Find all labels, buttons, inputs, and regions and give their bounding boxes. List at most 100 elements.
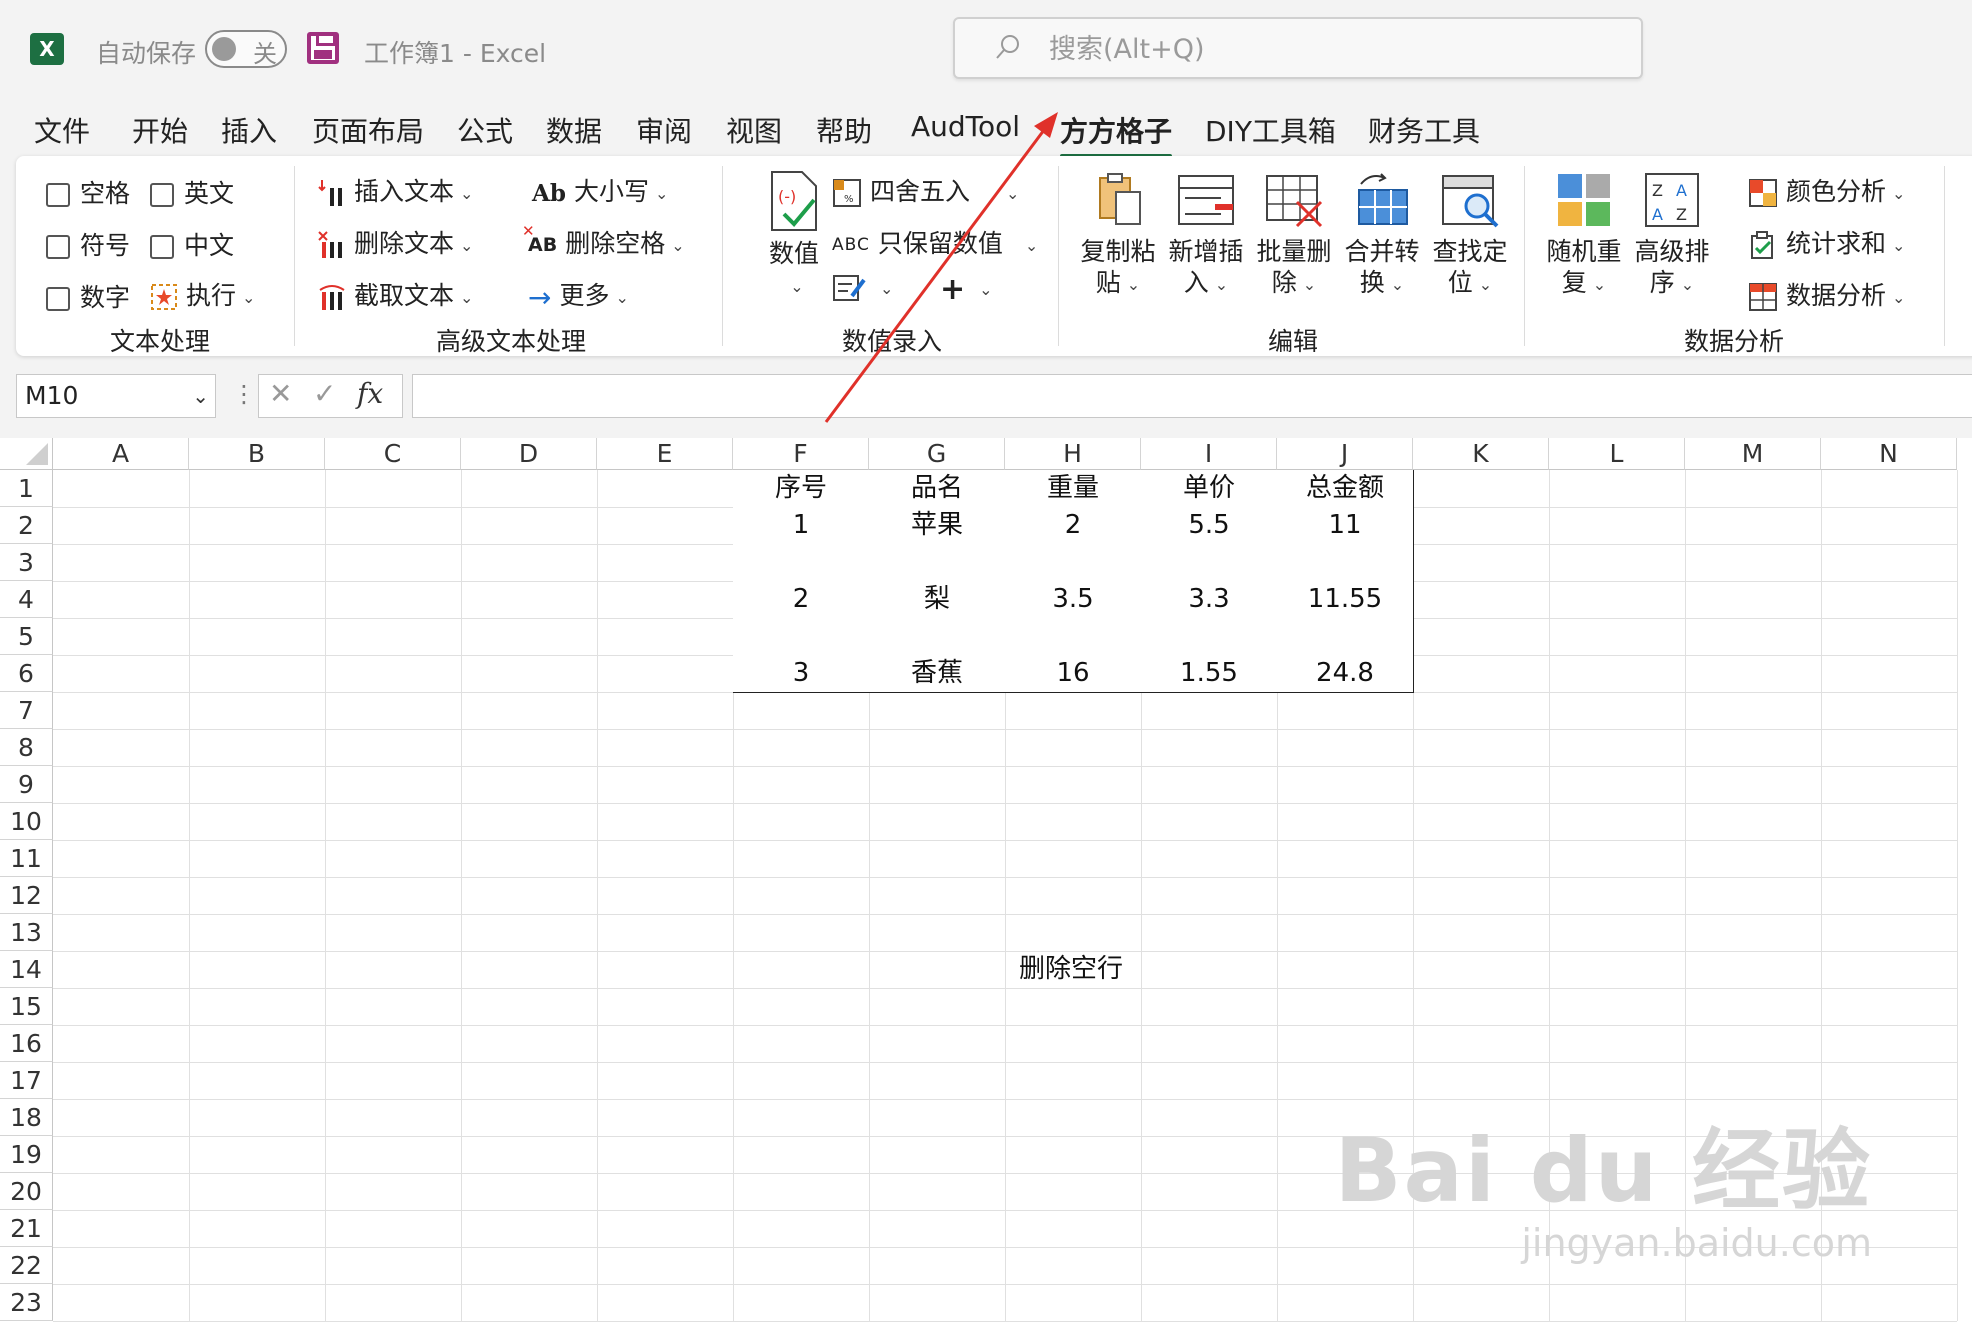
table-cell[interactable]: 苹果 (869, 507, 1006, 545)
table-cell[interactable]: 2 (733, 581, 870, 619)
select-all-corner[interactable] (0, 438, 53, 470)
table-cell[interactable]: 24.8 (1277, 655, 1414, 693)
add-insert-button[interactable]: 新增插 入 ⌄ (1164, 170, 1248, 300)
random-repeat-button[interactable]: 随机重 复 ⌄ (1542, 170, 1626, 300)
row-header-22[interactable]: 22 (0, 1247, 53, 1284)
color-analysis-button[interactable]: 颜色分析 ⌄ (1748, 172, 1905, 208)
row-header-6[interactable]: 6 (0, 655, 53, 692)
row-header-1[interactable]: 1 (0, 470, 53, 507)
checkbox-chinese[interactable]: 中文 (150, 226, 234, 262)
tab-diy-toolbox[interactable]: DIY工具箱 (1205, 110, 1336, 150)
table-cell[interactable]: 香蕉 (869, 655, 1006, 693)
formula-input[interactable] (412, 374, 1972, 418)
column-header-m[interactable]: M (1685, 438, 1821, 470)
column-header-k[interactable]: K (1413, 438, 1549, 470)
tab-page-layout[interactable]: 页面布局 (312, 110, 424, 150)
table-cell[interactable] (1277, 544, 1414, 582)
data-analysis-button[interactable]: 数据分析 ⌄ (1748, 276, 1905, 312)
copy-paste-button[interactable]: 复制粘 贴 ⌄ (1076, 170, 1160, 300)
checkbox-space[interactable]: 空格 (46, 174, 130, 210)
row-header-17[interactable]: 17 (0, 1062, 53, 1099)
tab-help[interactable]: 帮助 (816, 110, 872, 150)
row-header-7[interactable]: 7 (0, 692, 53, 729)
tab-formulas[interactable]: 公式 (457, 110, 513, 150)
column-header-c[interactable]: C (325, 438, 461, 470)
table-cell[interactable]: 梨 (869, 581, 1006, 619)
table-header-cell[interactable]: 品名 (869, 470, 1006, 508)
table-cell[interactable]: 11.55 (1277, 581, 1414, 619)
tab-file[interactable]: 文件 (34, 110, 90, 150)
row-header-15[interactable]: 15 (0, 988, 53, 1025)
row-header-4[interactable]: 4 (0, 581, 53, 618)
table-cell[interactable] (1005, 618, 1142, 656)
checkbox-symbol[interactable]: 符号 (46, 226, 130, 262)
advanced-sort-button[interactable]: ZAAZ 高级排 序 ⌄ (1630, 170, 1714, 300)
row-header-21[interactable]: 21 (0, 1210, 53, 1247)
column-header-f[interactable]: F (733, 438, 869, 470)
confirm-icon[interactable]: ✓ (313, 377, 336, 410)
autosave-toggle[interactable]: 关 (205, 30, 287, 68)
table-cell[interactable]: 1 (733, 507, 870, 545)
cancel-icon[interactable]: ✕ (269, 377, 292, 410)
edit-cell-button[interactable]: ⌄ (832, 272, 893, 304)
insert-text-button[interactable]: 插入文本 ⌄ (318, 172, 473, 208)
row-header-13[interactable]: 13 (0, 914, 53, 951)
tab-view[interactable]: 视图 (726, 110, 782, 150)
more-button[interactable]: → 更多 ⌄ (528, 276, 629, 314)
column-header-h[interactable]: H (1005, 438, 1141, 470)
row-header-5[interactable]: 5 (0, 618, 53, 655)
merge-convert-button[interactable]: 合并转 换 ⌄ (1340, 170, 1424, 300)
row-header-12[interactable]: 12 (0, 877, 53, 914)
table-cell[interactable] (1005, 544, 1142, 582)
column-header-n[interactable]: N (1821, 438, 1957, 470)
row-header-8[interactable]: 8 (0, 729, 53, 766)
column-header-i[interactable]: I (1141, 438, 1277, 470)
batch-delete-button[interactable]: 批量删 除 ⌄ (1252, 170, 1336, 300)
column-header-j[interactable]: J (1277, 438, 1413, 470)
find-locate-button[interactable]: 查找定 位 ⌄ (1428, 170, 1512, 300)
checkbox-number[interactable]: 数字 (46, 278, 130, 314)
row-header-10[interactable]: 10 (0, 803, 53, 840)
tab-insert[interactable]: 插入 (221, 110, 277, 150)
delete-space-button[interactable]: ✕ AB 删除空格 ⌄ (522, 222, 685, 260)
table-cell[interactable]: 11 (1277, 507, 1414, 545)
table-header-cell[interactable]: 序号 (733, 470, 870, 508)
table-cell[interactable] (869, 618, 1006, 656)
column-header-b[interactable]: B (189, 438, 325, 470)
table-cell[interactable] (733, 544, 870, 582)
table-cell[interactable]: 3 (733, 655, 870, 693)
chevron-down-icon[interactable]: ⌄ (192, 375, 209, 417)
row-header-14[interactable]: 14 (0, 951, 53, 988)
save-icon[interactable] (307, 32, 339, 64)
drag-handle-icon[interactable]: ⋮ (232, 380, 256, 408)
row-header-3[interactable]: 3 (0, 544, 53, 581)
extract-text-button[interactable]: 截取文本 ⌄ (318, 276, 473, 312)
table-header-cell[interactable]: 总金额 (1277, 470, 1414, 508)
case-button[interactable]: Ab 大小写 ⌄ (532, 172, 668, 208)
table-cell[interactable] (869, 544, 1006, 582)
table-cell[interactable]: 2 (1005, 507, 1142, 545)
table-cell[interactable]: 16 (1005, 655, 1142, 693)
column-header-l[interactable]: L (1549, 438, 1685, 470)
numeric-button[interactable]: (-) 数值 ⌄ (752, 170, 836, 302)
keep-numeric-button[interactable]: ABC 只保留数值 ⌄ (832, 224, 1038, 260)
row-header-18[interactable]: 18 (0, 1099, 53, 1136)
column-header-d[interactable]: D (461, 438, 597, 470)
execute-button[interactable]: 执行 ⌄ (150, 276, 255, 312)
column-header-g[interactable]: G (869, 438, 1005, 470)
name-box[interactable]: M10 ⌄ (16, 374, 216, 418)
table-cell[interactable]: 5.5 (1141, 507, 1278, 545)
tab-data[interactable]: 数据 (546, 110, 602, 150)
tab-audtool[interactable]: AudTool (911, 110, 1020, 143)
tab-review[interactable]: 审阅 (636, 110, 692, 150)
table-cell[interactable]: 3.5 (1005, 581, 1142, 619)
search-box[interactable] (953, 17, 1643, 79)
delete-text-button[interactable]: 删除文本 ⌄ (318, 224, 473, 260)
row-header-20[interactable]: 20 (0, 1173, 53, 1210)
column-header-a[interactable]: A (53, 438, 189, 470)
table-header-cell[interactable]: 重量 (1005, 470, 1142, 508)
row-header-19[interactable]: 19 (0, 1136, 53, 1173)
round-button[interactable]: % 四舍五入 ⌄ (832, 172, 1019, 208)
row-header-16[interactable]: 16 (0, 1025, 53, 1062)
stat-sum-button[interactable]: 统计求和 ⌄ (1748, 224, 1905, 260)
